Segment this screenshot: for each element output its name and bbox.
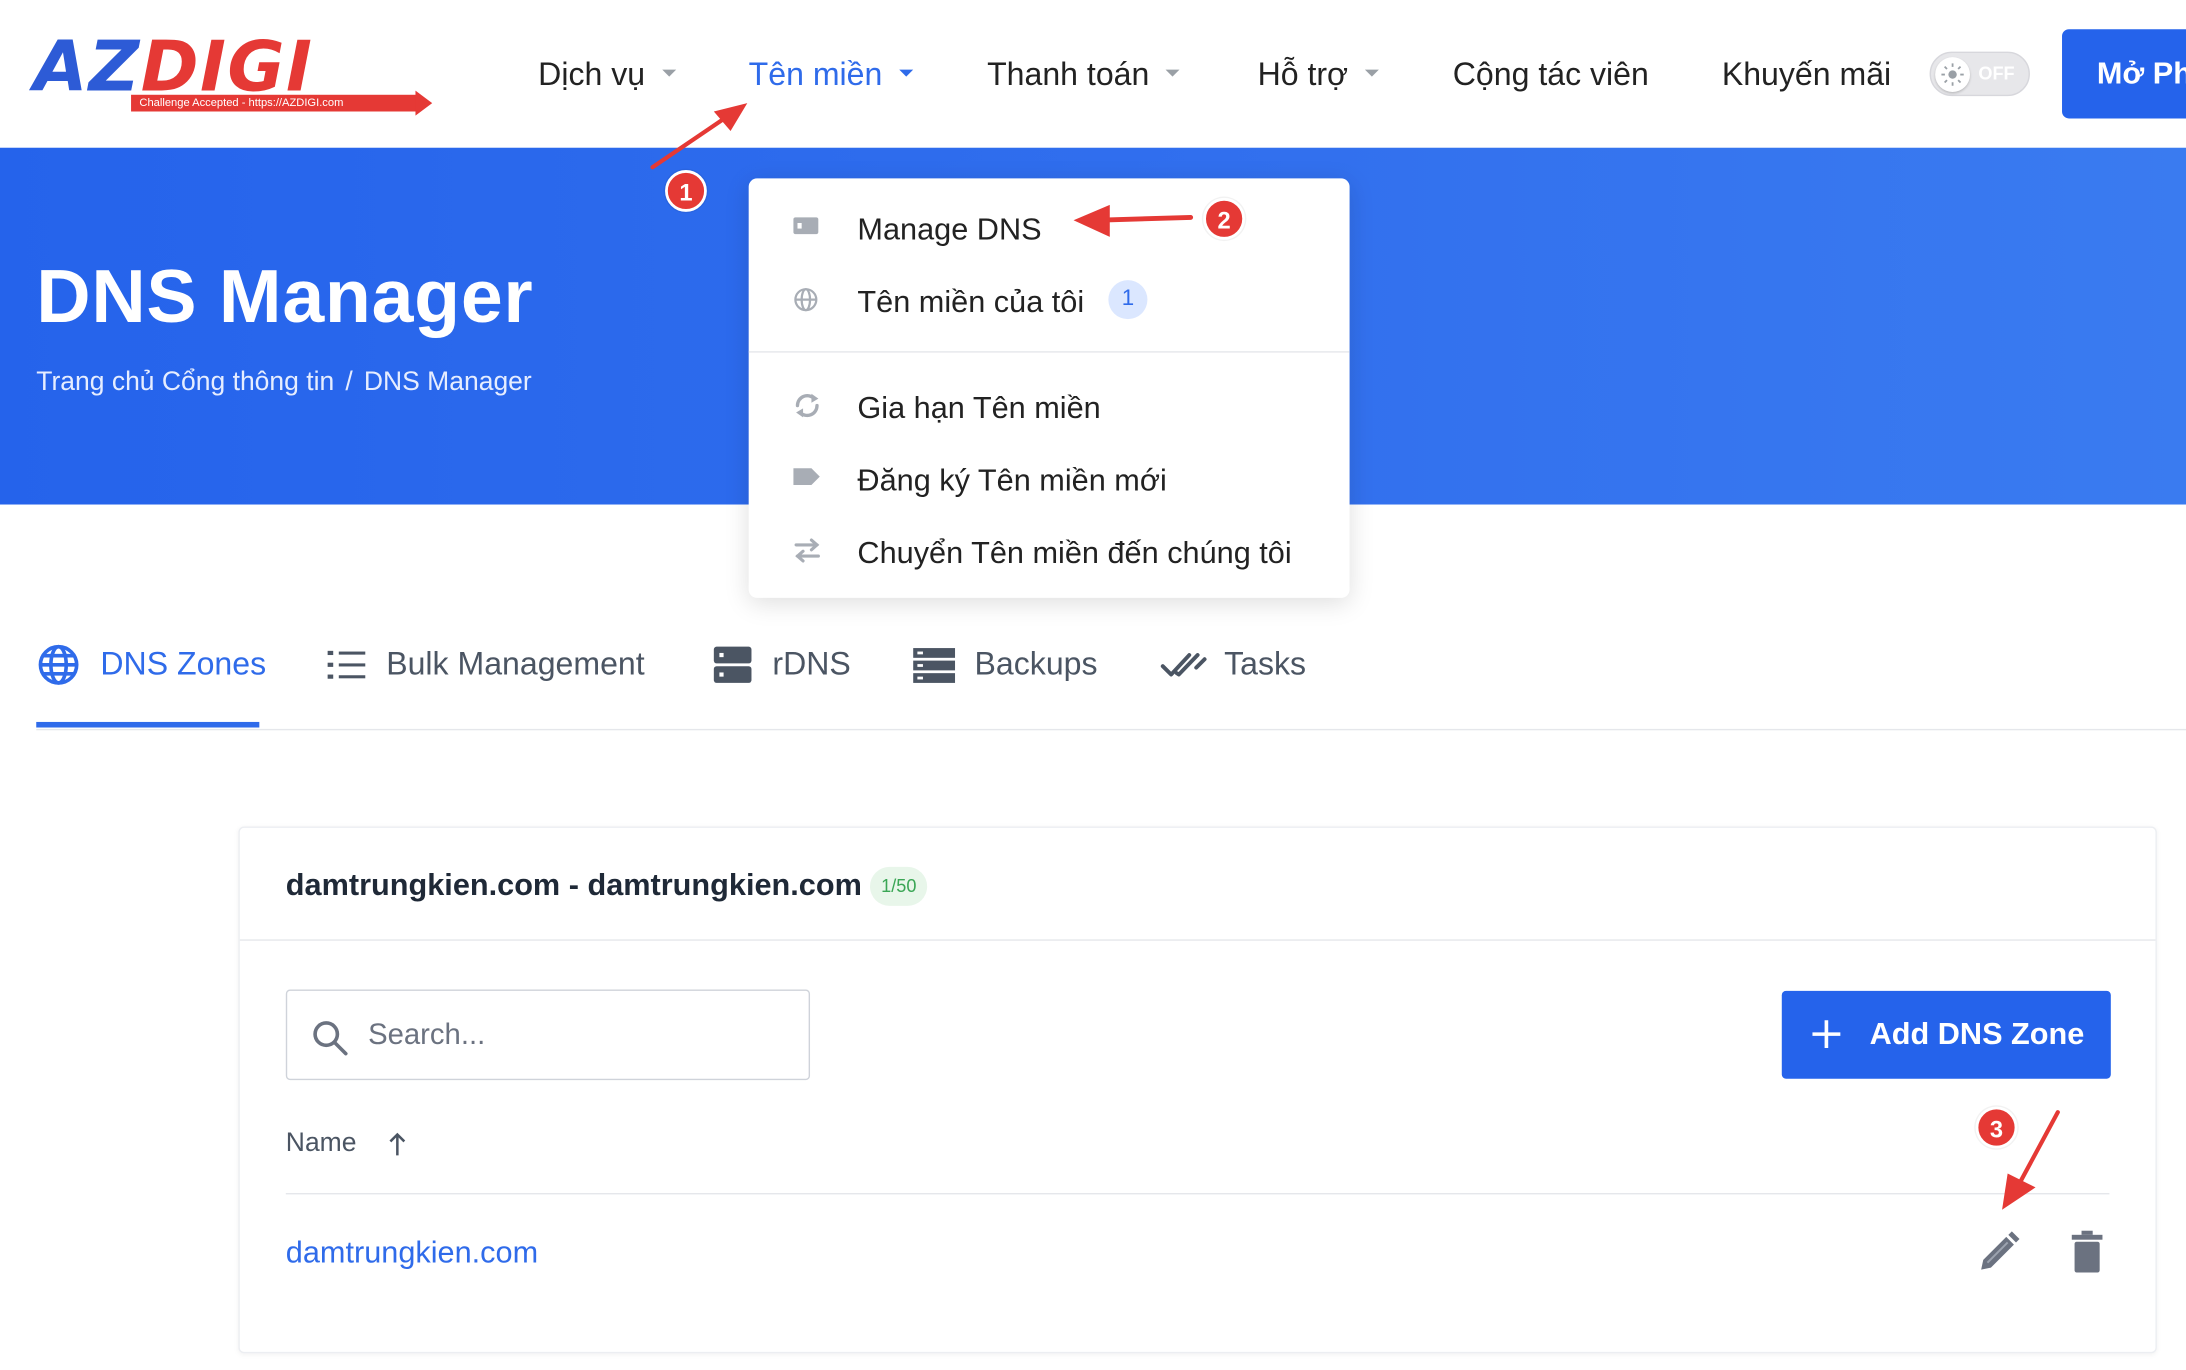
nav-item-ho-tro[interactable]: Hỗ trợ (1258, 47, 1379, 100)
search-icon (313, 1021, 348, 1056)
sun-icon (1941, 63, 1964, 86)
card-title: damtrungkien.com - damtrungkien.com (285, 866, 862, 902)
annotation-step-3: 3 (1975, 1106, 2018, 1149)
breadcrumb-home-link[interactable]: Trang chủ Cổng thông tin (36, 368, 334, 397)
annotation-step-2: 2 (1203, 197, 1246, 240)
menu-item-transfer-domain[interactable]: Chuyển Tên miền đến chúng tôi (749, 520, 1350, 581)
menu-item-manage-dns[interactable]: Manage DNS (749, 197, 1350, 258)
plus-icon (1812, 1020, 1841, 1049)
caret-down-icon (1166, 70, 1181, 78)
search-box[interactable] (285, 989, 811, 1081)
nav-item-dich-vu[interactable]: Dịch vụ (538, 47, 676, 100)
logo-arrow-shape (415, 90, 433, 116)
edit-pencil-icon[interactable] (1976, 1231, 2021, 1276)
menu-item-label: Tên miền của tôi (857, 284, 1085, 320)
backups-icon (913, 648, 956, 683)
dns-card-icon (793, 217, 819, 235)
tab-label: rDNS (772, 645, 851, 682)
active-tab-indicator (36, 721, 260, 728)
menu-item-label: Chuyển Tên miền đến chúng tôi (857, 535, 1292, 571)
menu-divider (748, 351, 1350, 353)
nav-item-ten-mien[interactable]: Tên miền (748, 47, 914, 100)
transfer-icon (794, 538, 820, 563)
annotation-step-1: 1 (665, 170, 707, 212)
card-header: damtrungkien.com - damtrungkien.com 1/50 (239, 828, 2156, 941)
domain-count-badge: 1 (1108, 280, 1148, 320)
column-header-name[interactable]: Name (286, 1129, 357, 1160)
double-check-icon (1160, 653, 1207, 677)
table-divider (285, 1193, 2110, 1195)
breadcrumb-current: DNS Manager (363, 367, 532, 398)
page: AZDIGI Challenge Accepted - https://AZDI… (0, 0, 2186, 1370)
sync-icon (795, 393, 819, 418)
nav-label: Hỗ trợ (1257, 55, 1349, 92)
server-icon (713, 646, 752, 683)
page-title: DNS Manager (36, 255, 534, 339)
add-button-label: Add DNS Zone (1869, 1016, 2085, 1051)
tab-label: Tasks (1224, 645, 1307, 682)
menu-item-label: Đăng ký Tên miền mới (857, 462, 1167, 498)
globe-icon (38, 644, 79, 685)
dark-mode-toggle[interactable]: OFF (1929, 51, 2030, 97)
nav-label: Cộng tác viên (1452, 55, 1649, 92)
nav-label: Tên miền (748, 55, 883, 92)
toggle-knob (1935, 57, 1971, 92)
zone-link[interactable]: damtrungkien.com (286, 1235, 538, 1271)
logo-tagline: Challenge Accepted - https://AZDIGI.com (131, 94, 417, 112)
trash-icon[interactable] (2070, 1230, 2103, 1276)
globe-icon (794, 288, 818, 312)
nav-item-thanh-toan[interactable]: Thanh toán (987, 47, 1181, 100)
menu-item-register-domain[interactable]: Đăng ký Tên miền mới (749, 447, 1350, 508)
sort-ascending-icon[interactable] (386, 1130, 408, 1158)
nav-label: Dịch vụ (538, 55, 646, 92)
menu-item-label: Gia hạn Tên miền (857, 390, 1101, 426)
tab-dns-zones[interactable]: DNS Zones (36, 630, 266, 728)
dns-tabs: DNS Zones Bulk Management rDNS Backups T… (36, 630, 2186, 731)
nav-item-khuyen-mai[interactable]: Khuyến mãi (1722, 47, 1891, 100)
nav-item-cong-tac-vien[interactable]: Cộng tác viên (1453, 47, 1649, 100)
cta-button[interactable]: Mở Ph (2062, 29, 2186, 119)
tab-label: Bulk Management (386, 645, 645, 682)
tag-icon (793, 468, 820, 486)
list-icon (327, 650, 366, 679)
toggle-label: OFF (1978, 62, 2015, 84)
caret-down-icon (899, 70, 914, 78)
menu-item-my-domains[interactable]: Tên miền của tôi 1 (749, 269, 1350, 330)
breadcrumb: Trang chủ Cổng thông tin / DNS Manager (36, 368, 531, 399)
menu-item-label: Manage DNS (857, 211, 1042, 247)
dns-zones-card: damtrungkien.com - damtrungkien.com 1/50… (238, 826, 2157, 1354)
caret-down-icon (1364, 70, 1379, 78)
nav-label: Thanh toán (987, 55, 1150, 92)
caret-down-icon (661, 70, 676, 78)
tab-label: DNS Zones (100, 645, 267, 682)
logo-az: AZ (33, 26, 141, 108)
zone-count-badge: 1/50 (869, 866, 928, 906)
breadcrumb-separator: / (345, 367, 353, 398)
add-dns-zone-button[interactable]: Add DNS Zone (1781, 990, 2111, 1079)
azdigi-logo[interactable]: AZDIGI Challenge Accepted - https://AZDI… (33, 26, 433, 117)
search-input[interactable] (368, 1007, 787, 1064)
domain-dropdown-menu: Manage DNS Tên miền của tôi 1 Gia hạn Tê… (748, 178, 1350, 598)
tab-label: Backups (974, 645, 1098, 682)
annotation-arrow-1 (650, 103, 748, 170)
top-navbar: AZDIGI Challenge Accepted - https://AZDI… (0, 0, 2186, 148)
menu-item-renew-domain[interactable]: Gia hạn Tên miền (749, 375, 1350, 436)
annotation-arrow-2 (1073, 204, 1194, 237)
nav-label: Khuyến mãi (1721, 55, 1892, 92)
